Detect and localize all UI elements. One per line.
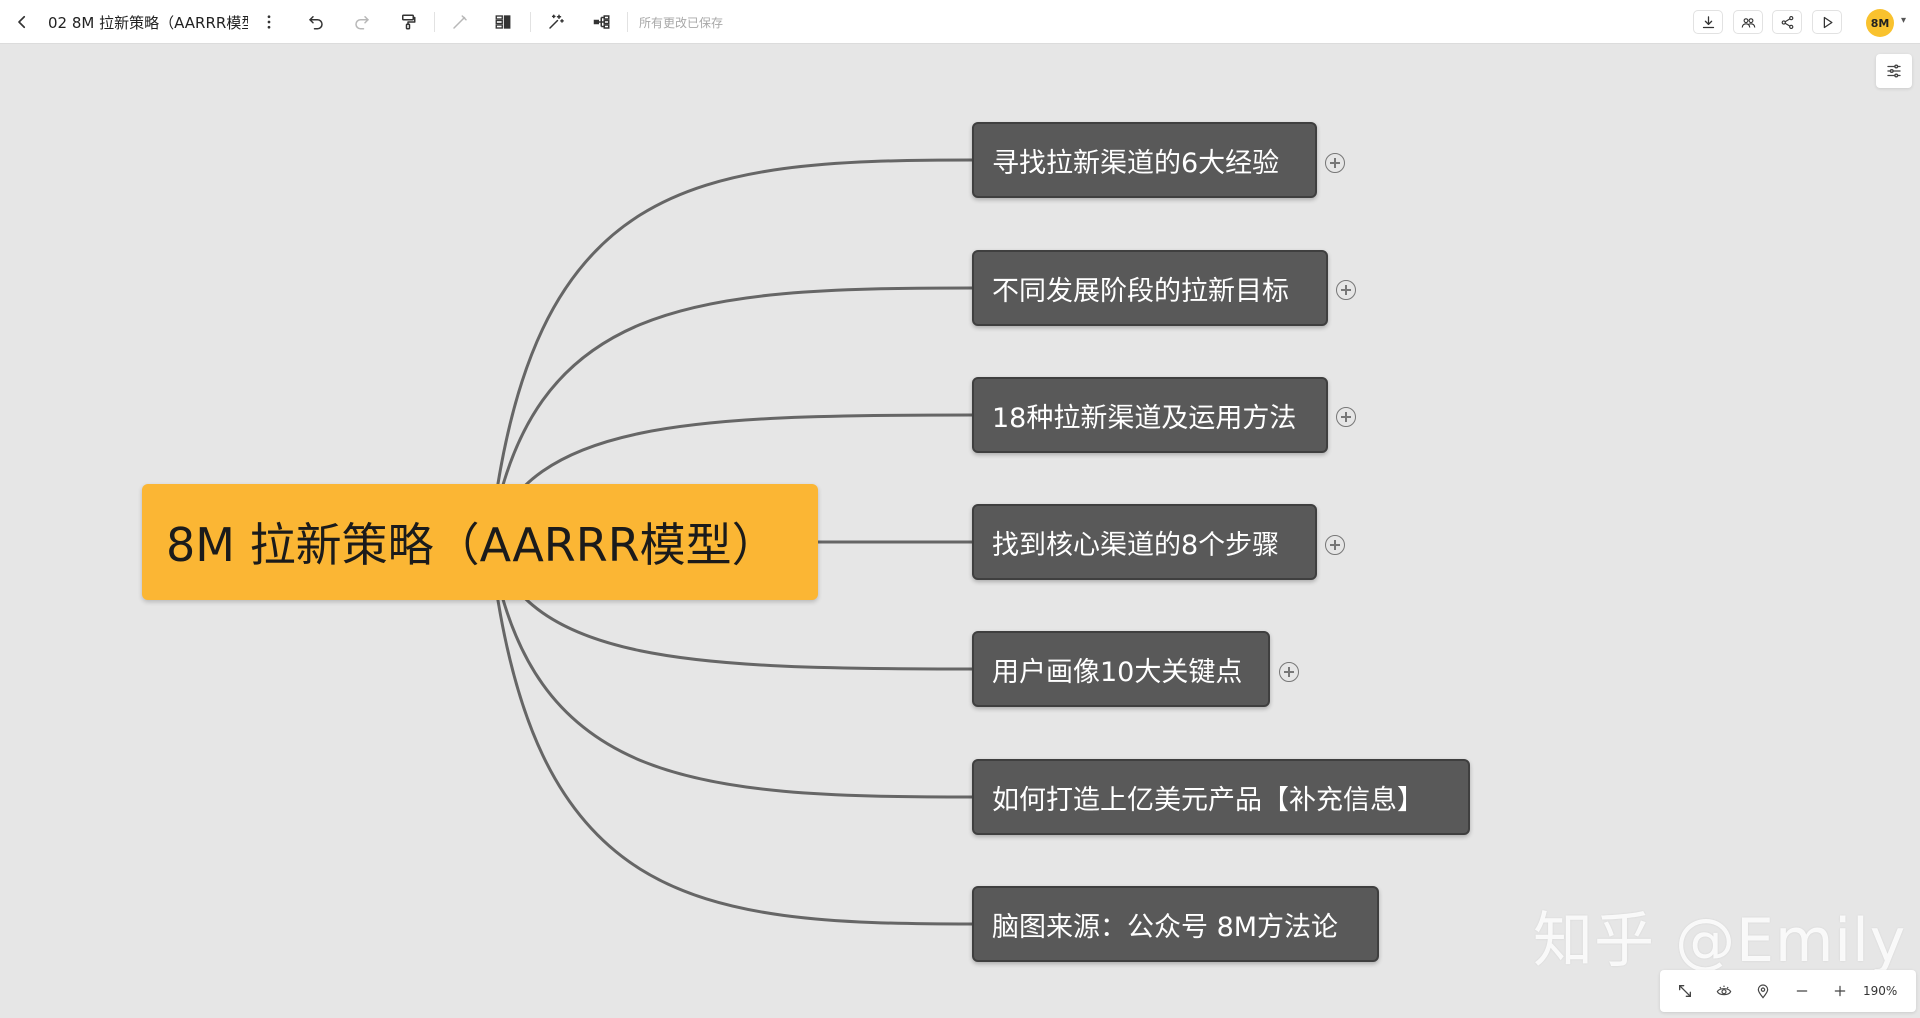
structure-icon bbox=[593, 15, 610, 29]
pen-button[interactable] bbox=[446, 8, 474, 36]
sliders-icon bbox=[1887, 64, 1901, 78]
plus-icon bbox=[1834, 985, 1846, 997]
structure-button[interactable] bbox=[588, 8, 616, 36]
settings-button[interactable] bbox=[1876, 54, 1912, 88]
more-vertical-icon bbox=[267, 15, 271, 29]
top-toolbar: 02 8M 拉新策略（AARRR模型） 所有更改已保存 8M ▾ bbox=[0, 0, 1920, 44]
mindmap-node[interactable]: 如何打造上亿美元产品【补充信息】 bbox=[972, 759, 1470, 835]
zoom-level[interactable]: 190% bbox=[1863, 984, 1897, 998]
present-button[interactable] bbox=[1812, 10, 1842, 34]
expand-node-button[interactable] bbox=[1325, 153, 1345, 173]
chevron-left-icon bbox=[18, 15, 26, 29]
magic-wand-icon bbox=[549, 14, 564, 29]
minus-icon bbox=[1796, 990, 1808, 992]
share-button[interactable] bbox=[1772, 10, 1802, 34]
document-title[interactable]: 02 8M 拉新策略（AARRR模型） bbox=[48, 12, 248, 33]
mindmap-node[interactable]: 找到核心渠道的8个步骤 bbox=[972, 504, 1317, 580]
fit-screen-icon bbox=[1679, 985, 1691, 997]
mindmap-node[interactable]: 用户画像10大关键点 bbox=[972, 631, 1270, 707]
more-button[interactable] bbox=[255, 8, 283, 36]
play-icon bbox=[1823, 16, 1832, 28]
bottom-zoom-bar: 190% bbox=[1660, 970, 1916, 1012]
format-painter-icon bbox=[402, 14, 416, 30]
mindmap-root-node[interactable]: 8M 拉新策略（AARRR模型） bbox=[142, 484, 818, 600]
redo-button[interactable] bbox=[348, 8, 376, 36]
expand-node-button[interactable] bbox=[1325, 535, 1345, 555]
undo-button[interactable] bbox=[302, 8, 330, 36]
eye-icon bbox=[1716, 985, 1732, 996]
zoom-out-button[interactable] bbox=[1792, 981, 1812, 1001]
toolbar-separator bbox=[434, 12, 435, 32]
user-avatar[interactable]: 8M bbox=[1866, 9, 1894, 37]
back-button[interactable] bbox=[8, 8, 36, 36]
format-painter-button[interactable] bbox=[394, 8, 422, 36]
mindmap-node[interactable]: 脑图来源：公众号 8M方法论 bbox=[972, 886, 1379, 962]
expand-node-button[interactable] bbox=[1336, 407, 1356, 427]
pen-icon bbox=[453, 15, 467, 29]
redo-icon bbox=[355, 16, 369, 30]
collaborate-button[interactable] bbox=[1733, 10, 1763, 34]
zoom-in-button[interactable] bbox=[1830, 981, 1850, 1001]
download-button[interactable] bbox=[1693, 10, 1723, 34]
magic-button[interactable] bbox=[542, 8, 570, 36]
outline-button[interactable] bbox=[489, 8, 517, 36]
mindmap-node[interactable]: 寻找拉新渠道的6大经验 bbox=[972, 122, 1317, 198]
download-icon bbox=[1702, 15, 1714, 28]
save-status: 所有更改已保存 bbox=[639, 16, 724, 30]
view-button[interactable] bbox=[1714, 981, 1734, 1001]
expand-node-button[interactable] bbox=[1279, 662, 1299, 682]
outline-icon bbox=[495, 15, 511, 29]
collaborate-icon bbox=[1741, 17, 1755, 28]
undo-icon bbox=[309, 16, 323, 30]
fit-screen-button[interactable] bbox=[1675, 981, 1695, 1001]
location-pin-icon bbox=[1757, 984, 1769, 999]
locate-button[interactable] bbox=[1753, 981, 1773, 1001]
mindmap-node[interactable]: 18种拉新渠道及运用方法 bbox=[972, 377, 1328, 453]
watermark-text: 知乎 @Emily bbox=[1533, 906, 1907, 976]
mindmap-node[interactable]: 不同发展阶段的拉新目标 bbox=[972, 250, 1328, 326]
toolbar-separator bbox=[530, 12, 531, 32]
toolbar-separator bbox=[627, 12, 628, 32]
share-icon bbox=[1781, 15, 1793, 29]
chevron-down-icon[interactable]: ▾ bbox=[1901, 15, 1906, 26]
expand-node-button[interactable] bbox=[1336, 280, 1356, 300]
